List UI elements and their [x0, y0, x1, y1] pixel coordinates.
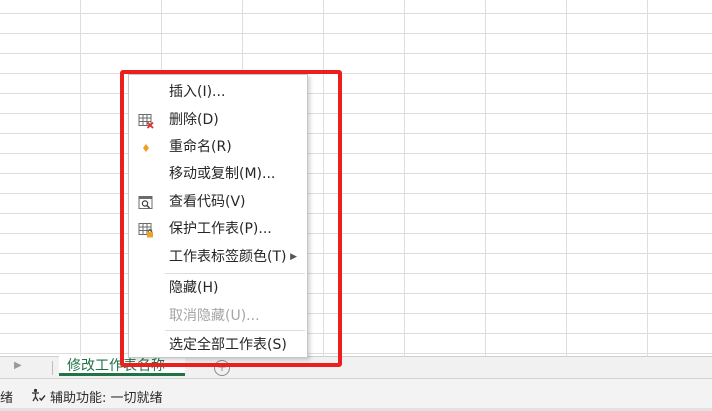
protect-sheet-icon [138, 221, 154, 238]
submenu-arrow-icon: ▶ [290, 252, 297, 262]
menu-item-label: 选定全部工作表(S) [169, 337, 287, 353]
status-ready-text: 绪 [0, 391, 14, 406]
menu-item-label: 查看代码(V) [169, 194, 246, 210]
menu-item-label: 保护工作表(P)... [169, 221, 272, 237]
status-bar: 绪 辅助功能: 一切就绪 [0, 378, 712, 411]
menu-item-move-or-copy[interactable]: 移动或复制(M)... [129, 161, 307, 187]
menu-separator [165, 273, 305, 274]
accessibility-status-text: 辅助功能: 一切就绪 [50, 391, 163, 406]
menu-item-tab-color[interactable]: 工作表标签颜色(T) ▶ [129, 244, 307, 270]
spreadsheet-grid[interactable] [0, 0, 712, 356]
view-code-icon [138, 194, 154, 210]
menu-item-view-code[interactable]: 查看代码(V) [129, 189, 307, 215]
delete-sheet-icon [138, 112, 154, 129]
tab-divider [52, 361, 53, 375]
menu-item-rename[interactable]: 重命名(R) [129, 134, 307, 160]
sheet-tab-active[interactable]: 修改工作表名称 [59, 356, 185, 376]
menu-item-label: 删除(D) [169, 112, 219, 128]
menu-item-unhide: 取消隐藏(U)... [129, 303, 307, 329]
sheet-scroll-right-icon[interactable]: ▶ [14, 360, 22, 371]
accessibility-check-icon [30, 388, 46, 406]
accessibility-status[interactable]: 辅助功能: 一切就绪 [30, 387, 163, 406]
menu-item-label: 重命名(R) [169, 139, 232, 155]
sheet-tab-bar: ▶ 修改工作表名称 + [0, 356, 712, 379]
sheet-tab-context-menu: 插入(I)... 删除(D) 重命名(R) 移动或复制(M)... 查看代码(V… [128, 74, 308, 358]
menu-item-label: 工作表标签颜色(T) [169, 249, 287, 265]
add-sheet-icon[interactable]: + [214, 360, 230, 376]
menu-item-protect-sheet[interactable]: 保护工作表(P)... [129, 216, 307, 242]
menu-item-label: 移动或复制(M)... [169, 166, 276, 182]
menu-item-hide[interactable]: 隐藏(H) [129, 275, 307, 301]
menu-item-insert[interactable]: 插入(I)... [129, 79, 307, 105]
menu-separator [165, 330, 305, 331]
menu-item-label: 隐藏(H) [169, 280, 219, 296]
menu-item-select-all-sheets[interactable]: 选定全部工作表(S) [129, 332, 307, 358]
rename-icon [138, 139, 154, 155]
menu-item-delete[interactable]: 删除(D) [129, 107, 307, 133]
menu-item-label: 取消隐藏(U)... [169, 308, 260, 324]
menu-item-label: 插入(I)... [169, 84, 226, 100]
